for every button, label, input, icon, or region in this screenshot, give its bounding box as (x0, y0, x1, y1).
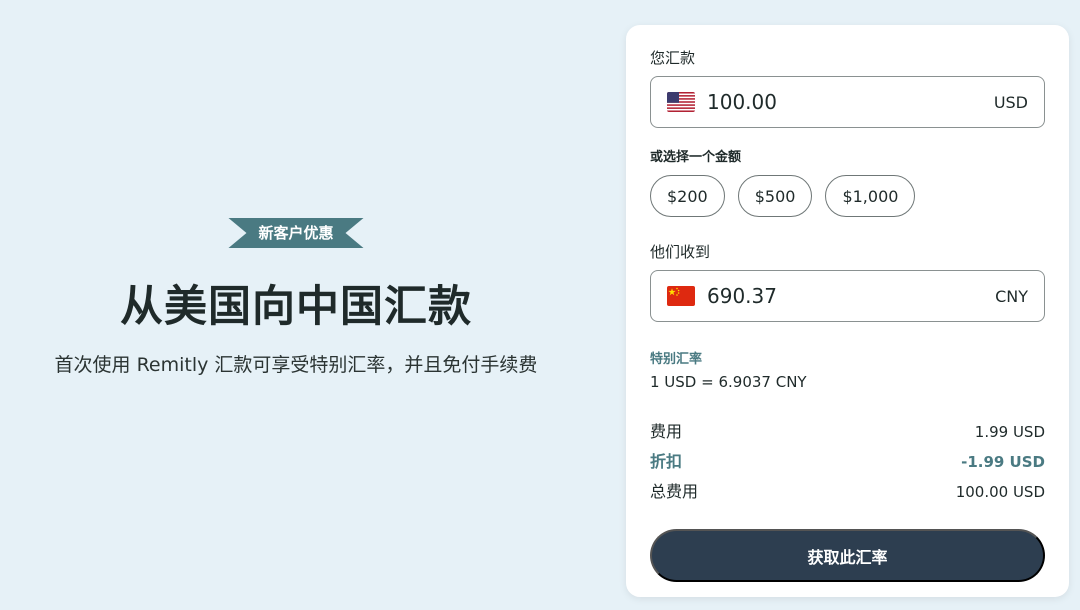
quick-amount-200-button[interactable]: $200 (650, 175, 725, 217)
receive-amount-input[interactable] (707, 284, 996, 308)
fee-value: 1.99 USD (974, 423, 1045, 441)
fee-label: 费用 (650, 422, 683, 441)
badge-wrapper: 新客户优惠 (40, 218, 552, 248)
get-rate-button[interactable]: 获取此汇率 (650, 529, 1045, 582)
hero-section: 新客户优惠 从美国向中国汇款 首次使用 Remitly 汇款可享受特别汇率，并且… (40, 218, 552, 379)
receive-currency: CNY (995, 286, 1028, 306)
china-flag-icon (667, 286, 695, 306)
page-subtitle: 首次使用 Remitly 汇款可享受特别汇率，并且免付手续费 (54, 354, 538, 376)
send-label: 您汇款 (650, 49, 696, 67)
fee-row: 费用 1.99 USD (650, 417, 1045, 447)
discount-value: -1.99 USD (961, 453, 1045, 471)
quick-amount-label: 或选择一个金额 (650, 150, 742, 165)
fee-summary: 费用 1.99 USD 折扣 -1.99 USD 总费用 100.00 USD (650, 417, 1045, 507)
special-rate-title: 特别汇率 (650, 352, 703, 367)
send-amount-field[interactable]: USD (650, 76, 1045, 128)
page-title: 从美国向中国汇款 (120, 282, 472, 332)
quick-amount-options: $200 $500 $1,000 (650, 175, 1045, 217)
calculator-card: 您汇款 USD 或选择一个金额 $200 $500 $1,000 他们收到 (626, 25, 1069, 597)
quick-amount-1000-button[interactable]: $1,000 (825, 175, 916, 217)
total-row: 总费用 100.00 USD (650, 477, 1045, 507)
total-value: 100.00 USD (955, 483, 1045, 501)
discount-row: 折扣 -1.99 USD (650, 447, 1045, 477)
total-label: 总费用 (650, 482, 699, 501)
us-flag-icon (667, 92, 695, 112)
discount-label: 折扣 (650, 452, 683, 471)
send-currency: USD (993, 92, 1028, 112)
new-customer-badge: 新客户优惠 (228, 218, 363, 248)
quick-amount-500-button[interactable]: $500 (737, 175, 813, 217)
receive-label: 他们收到 (650, 243, 711, 261)
send-amount-input[interactable] (707, 90, 994, 114)
exchange-rate-value: 1 USD = 6.9037 CNY (650, 373, 807, 391)
receive-amount-field[interactable]: CNY (650, 270, 1045, 322)
